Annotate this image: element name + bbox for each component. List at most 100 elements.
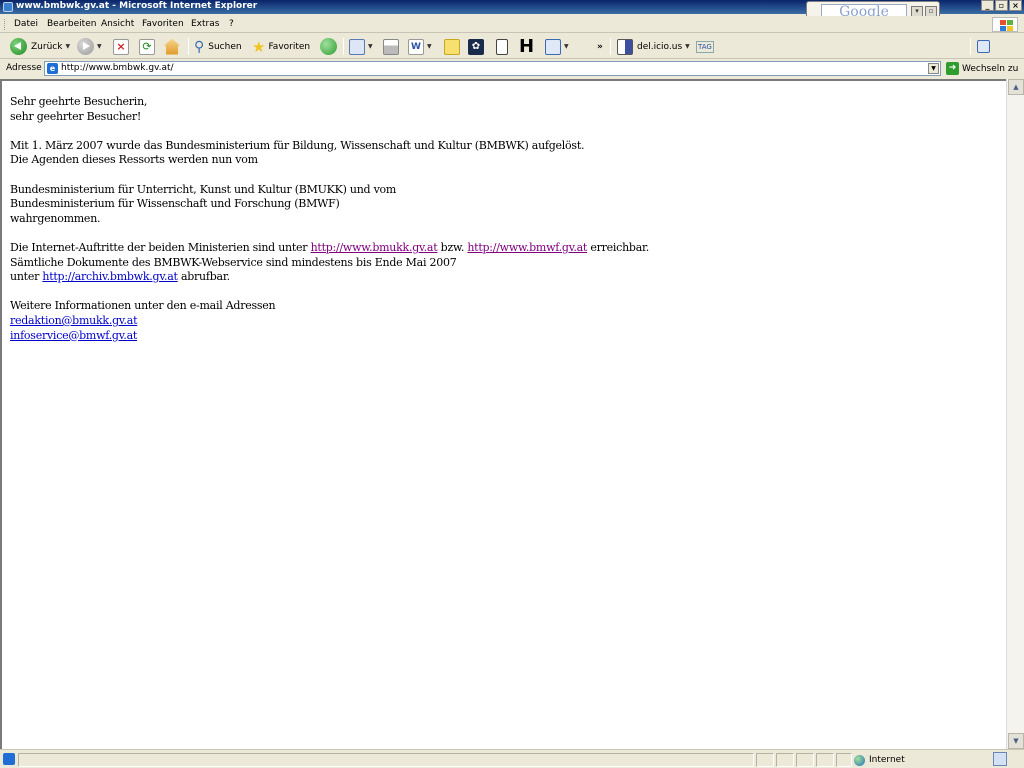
- standard-toolbar: Zurück ▼ ▼ × ⟳ ⚲ Suchen ★ Favoriten ▼ W …: [0, 34, 1024, 59]
- notes-button[interactable]: [444, 36, 460, 57]
- messenger-button[interactable]: ✿: [468, 36, 484, 57]
- bmukk-link[interactable]: http://www.bmukk.gv.at: [311, 241, 438, 254]
- history-button[interactable]: [320, 36, 337, 57]
- print-icon: [383, 38, 399, 55]
- back-label: Zurück: [31, 41, 63, 52]
- search-icon: ⚲: [194, 38, 205, 55]
- menu-datei[interactable]: Datei: [14, 19, 38, 29]
- back-arrow-icon: [10, 38, 27, 55]
- zone-label: Internet: [869, 755, 905, 765]
- tag-icon: TAG: [696, 40, 714, 53]
- rss-dropdown-icon[interactable]: ▼: [564, 43, 569, 50]
- toolbar-extra-button[interactable]: [977, 36, 990, 57]
- h-icon: H: [519, 36, 535, 57]
- email-link-infoservice[interactable]: infoservice@bmwf.gv.at: [10, 329, 137, 342]
- contact-intro: Weitere Informationen unter den e-mail A…: [10, 299, 276, 313]
- ministry-line: Bundesministerium für Unterricht, Kunst …: [10, 182, 397, 196]
- window-controls: _ ▫ ×: [981, 0, 1022, 12]
- go-arrow-icon: ➜: [946, 62, 959, 75]
- status-pane: [796, 753, 814, 767]
- links-suffix: erreichbar.: [587, 240, 650, 254]
- forward-dropdown-icon[interactable]: ▼: [97, 43, 102, 50]
- address-label: Adresse: [6, 63, 42, 73]
- search-label: Suchen: [208, 41, 242, 52]
- forward-button[interactable]: ▼: [77, 36, 102, 57]
- email-link-redaktion[interactable]: redaktion@bmukk.gv.at: [10, 314, 138, 327]
- h-button[interactable]: H: [519, 36, 534, 57]
- delicious-icon: [617, 38, 633, 55]
- edit-dropdown-icon[interactable]: ▼: [427, 43, 432, 50]
- archive-prefix: unter: [10, 270, 43, 284]
- documents-line: Sämtliche Dokumente des BMBWK-Webservice…: [10, 255, 457, 269]
- intro-line: Die Agenden dieses Ressorts werden nun v…: [10, 153, 258, 167]
- menu-favoriten[interactable]: Favoriten: [142, 19, 184, 29]
- restore-button[interactable]: ▫: [995, 0, 1008, 11]
- security-zone[interactable]: Internet: [854, 753, 905, 767]
- stop-button[interactable]: ×: [113, 36, 129, 57]
- close-button[interactable]: ×: [1009, 0, 1022, 11]
- mail-dropdown-icon[interactable]: ▼: [368, 43, 373, 50]
- menu-extras[interactable]: Extras: [191, 19, 219, 29]
- menu-bearbeiten[interactable]: Bearbeiten: [47, 19, 96, 29]
- address-dropdown-icon[interactable]: ▼: [928, 63, 939, 74]
- go-label: Wechseln zu: [962, 63, 1019, 74]
- refresh-button[interactable]: ⟳: [139, 36, 155, 57]
- links-paragraph: Die Internet-Auftritte der beiden Minist…: [10, 241, 649, 285]
- greeting-line: Sehr geehrte Besucherin,: [10, 95, 148, 108]
- page-viewport: Sehr geehrte Besucherin, sehr geehrter B…: [0, 79, 1006, 749]
- address-input[interactable]: e http://www.bmbwk.gv.at/ ▼: [44, 61, 941, 76]
- toolbar-separator: [343, 38, 344, 55]
- messenger-icon: ✿: [468, 38, 484, 55]
- mail-button[interactable]: ▼: [349, 36, 373, 57]
- toolbar-separator: [970, 38, 971, 55]
- status-text-pane: [18, 753, 754, 767]
- delicious-label: del.icio.us: [637, 41, 683, 52]
- rss-button[interactable]: ▼: [545, 36, 569, 57]
- tag-button[interactable]: TAG: [696, 36, 714, 57]
- ie-page-icon: e: [47, 63, 58, 74]
- toolbar-overflow-button[interactable]: »: [597, 36, 603, 57]
- scroll-up-button[interactable]: ▲: [1008, 79, 1024, 95]
- back-dropdown-icon[interactable]: ▼: [65, 43, 70, 50]
- back-button[interactable]: Zurück ▼: [10, 36, 70, 57]
- rss-icon: [545, 38, 561, 55]
- archive-link[interactable]: http://archiv.bmbwk.gv.at: [42, 270, 178, 283]
- page-icon: [977, 40, 990, 53]
- status-bar: Internet: [0, 749, 1024, 768]
- window-title: www.bmbwk.gv.at - Microsoft Internet Exp…: [16, 1, 258, 11]
- menu-help[interactable]: ?: [229, 19, 234, 29]
- ie-window-icon[interactable]: [3, 2, 13, 12]
- edit-button[interactable]: W ▼: [408, 36, 432, 57]
- title-bar: www.bmbwk.gv.at - Microsoft Internet Exp…: [0, 0, 1024, 21]
- ministries-paragraph: Bundesministerium für Unterricht, Kunst …: [10, 183, 649, 227]
- status-pane: [756, 753, 774, 767]
- archive-suffix: abrufbar.: [177, 270, 230, 284]
- links-mid: bzw.: [437, 240, 468, 254]
- toolbar-grip[interactable]: [4, 19, 7, 30]
- ministry-line: wahrgenommen.: [10, 211, 101, 225]
- ministry-line: Bundesministerium für Wissenschaft und F…: [10, 197, 340, 211]
- home-icon: [164, 38, 180, 55]
- scroll-down-button[interactable]: ▼: [1008, 733, 1024, 749]
- search-button[interactable]: ⚲ Suchen: [194, 36, 242, 57]
- home-button[interactable]: [164, 36, 180, 57]
- go-button[interactable]: ➜ Wechseln zu: [946, 61, 1018, 76]
- delicious-dropdown-icon[interactable]: ▼: [685, 43, 690, 50]
- menu-bar: Datei Bearbeiten Ansicht Favoriten Extra…: [0, 16, 1024, 33]
- address-url[interactable]: http://www.bmbwk.gv.at/: [61, 63, 174, 73]
- research-icon: [496, 38, 508, 55]
- print-button[interactable]: [383, 36, 399, 57]
- delicious-button[interactable]: del.icio.us ▼: [617, 36, 690, 57]
- vertical-scrollbar[interactable]: ▲ ▼: [1006, 79, 1024, 749]
- minimize-button[interactable]: _: [981, 0, 994, 11]
- status-extra-icon[interactable]: [993, 752, 1007, 766]
- intro-paragraph: Mit 1. März 2007 wurde das Bundesministe…: [10, 139, 649, 168]
- bmwf-link[interactable]: http://www.bmwf.gv.at: [467, 241, 587, 254]
- history-icon: [320, 38, 337, 55]
- menu-ansicht[interactable]: Ansicht: [101, 19, 134, 29]
- links-prefix: Die Internet-Auftritte der beiden Minist…: [10, 240, 311, 254]
- toolbar-separator: [188, 38, 189, 55]
- research-button[interactable]: [496, 36, 508, 57]
- status-pane: [836, 753, 852, 767]
- favorites-button[interactable]: ★ Favoriten: [252, 36, 310, 57]
